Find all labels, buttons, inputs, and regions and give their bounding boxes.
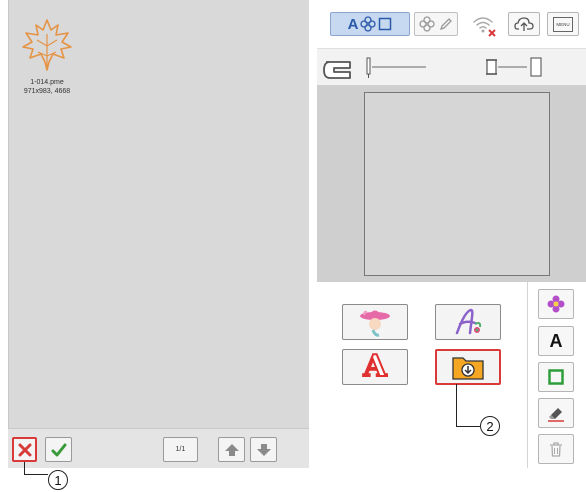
lady-hat-icon xyxy=(360,310,390,337)
menu-label: MENU xyxy=(553,16,573,32)
callout-2-number: 2 xyxy=(486,418,494,434)
add-text-button[interactable]: A xyxy=(538,326,574,356)
presser-foot-icon xyxy=(323,61,351,79)
spool-icon xyxy=(486,57,542,77)
page-down-button[interactable] xyxy=(250,437,277,462)
design-thumbnail[interactable] xyxy=(18,16,76,74)
decorative-pattern-button[interactable] xyxy=(342,304,408,340)
callout-1-line xyxy=(24,474,48,475)
page-up-button[interactable] xyxy=(218,437,245,462)
letter-a-icon: A xyxy=(362,349,387,384)
character-font-button[interactable]: A xyxy=(342,349,408,385)
monogram-pattern-button[interactable] xyxy=(435,304,501,340)
menu-button[interactable]: MENU xyxy=(547,12,579,36)
checkmark-icon xyxy=(51,443,66,456)
file-size: 971x983, 4668 xyxy=(23,88,71,95)
delete-button[interactable] xyxy=(538,434,574,464)
embroidery-frame xyxy=(364,92,550,276)
flower-icon xyxy=(419,16,435,32)
edit-mode-tab[interactable]: A xyxy=(330,12,410,36)
eraser-pen-icon xyxy=(548,408,564,422)
pencil-icon xyxy=(439,18,452,31)
presser-foot-indicator xyxy=(320,56,356,84)
maple-leaf-icon xyxy=(22,19,72,71)
cloud-upload-icon xyxy=(514,17,534,31)
cancel-button[interactable] xyxy=(12,437,37,462)
text-tool-label: A xyxy=(549,330,563,351)
arrow-down-icon xyxy=(256,443,271,456)
add-pattern-button[interactable] xyxy=(538,289,574,319)
wireless-status[interactable] xyxy=(470,12,500,38)
needle-icon xyxy=(366,57,426,78)
letter-a-icon: A xyxy=(347,15,359,33)
frame-icon xyxy=(548,369,564,385)
thread-indicator xyxy=(483,56,547,80)
needle-position-indicator xyxy=(364,56,428,80)
callout-2: 2 xyxy=(480,416,500,436)
page-counter: 1/1 xyxy=(163,437,198,462)
folder-download-icon xyxy=(452,357,484,380)
embroidery-mode-tab[interactable] xyxy=(414,12,458,36)
file-name: 1-014.pme xyxy=(30,79,64,86)
edit-stitch-button[interactable] xyxy=(538,398,574,428)
file-info: 1-014.pme 971x983, 4668 xyxy=(12,78,82,96)
ok-button[interactable] xyxy=(45,437,72,462)
callout-1-line xyxy=(24,462,25,474)
callout-1: 1 xyxy=(48,470,68,490)
page-counter-label: 1/1 xyxy=(175,446,186,453)
flower-icon xyxy=(547,295,565,313)
callout-2-line xyxy=(456,384,457,426)
wifi-disconnected-icon xyxy=(473,17,496,37)
add-frame-button[interactable] xyxy=(538,362,574,392)
callout-1-number: 1 xyxy=(54,472,62,488)
callout-2-line xyxy=(456,426,480,427)
saved-patterns-button[interactable] xyxy=(435,349,501,385)
script-letter-icon xyxy=(455,308,482,335)
arrow-up-icon xyxy=(224,443,239,456)
flower-icon xyxy=(360,16,377,32)
x-icon xyxy=(18,443,31,456)
trash-icon xyxy=(550,442,562,457)
cloud-button[interactable] xyxy=(508,12,540,36)
frame-icon xyxy=(379,17,392,31)
